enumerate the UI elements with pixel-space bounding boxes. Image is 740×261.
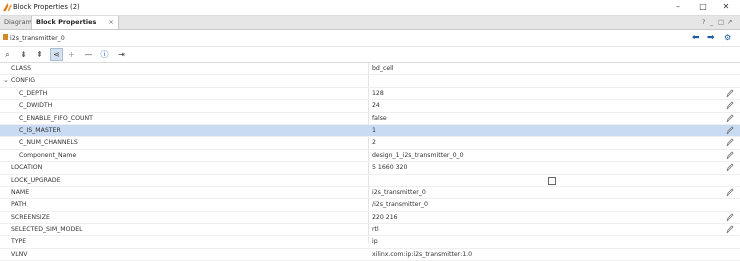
property-value: 1	[372, 126, 376, 134]
property-row-name[interactable]: NAME i2s_transmitter_0	[0, 187, 740, 200]
property-row-lock-upgrade[interactable]: LOCK_UPGRADE	[0, 175, 740, 187]
tab-close-icon[interactable]: ×	[108, 18, 113, 26]
property-name: C_IS_MASTER	[19, 126, 61, 134]
remove-icon[interactable]: —	[83, 49, 94, 60]
float-panel-icon[interactable]: ↗	[727, 18, 732, 26]
object-name: i2s_transmitter_0	[10, 35, 65, 42]
property-name: PATH	[11, 201, 27, 209]
help-icon[interactable]: ?	[702, 18, 705, 26]
property-value: 5 1660 320	[372, 164, 408, 172]
property-name: LOCK_UPGRADE	[11, 176, 61, 184]
property-row-class[interactable]: CLASS bd_cell	[0, 63, 740, 76]
tab-label: Diagram	[4, 18, 32, 26]
property-value: design_1_i2s_transmitter_0_0	[372, 151, 464, 159]
edit-pencil-icon[interactable]	[726, 163, 734, 172]
property-value: 220 216	[372, 213, 398, 221]
property-name: C_DWIDTH	[19, 102, 53, 110]
property-value: 128	[372, 89, 384, 97]
properties-toolbar: ⌕ ⇟ ⇞ ⋖ + — ⓘ ⇥	[0, 47, 740, 63]
info-icon[interactable]: ⓘ	[99, 49, 110, 60]
edit-pencil-icon[interactable]	[726, 126, 734, 135]
edit-pencil-icon[interactable]	[726, 213, 734, 222]
window-title: Block Properties (2)	[13, 3, 80, 11]
property-row-selected-sim-model[interactable]: SELECTED_SIM_MODEL rtl	[0, 224, 740, 237]
minimize-panel-icon[interactable]: _	[710, 18, 713, 26]
settings-gear-icon[interactable]: ⚙	[724, 33, 731, 42]
property-name: C_ENABLE_FIFO_COUNT	[19, 114, 93, 122]
property-name: SELECTED_SIM_MODEL	[11, 226, 83, 234]
edit-pencil-icon[interactable]	[726, 89, 734, 98]
forward-arrow-icon[interactable]: ➡	[707, 33, 715, 43]
property-name: Component_Name	[19, 151, 77, 159]
property-value: 2	[372, 139, 376, 147]
vivado-logo-icon	[3, 3, 12, 12]
tab-block-properties[interactable]: Block Properties ×	[31, 16, 119, 29]
lock-upgrade-checkbox[interactable]	[548, 176, 556, 185]
ip-block-icon	[3, 34, 8, 40]
property-row-screensize[interactable]: SCREENSIZE 220 216	[0, 212, 740, 225]
property-name: C_NUM_CHANNELS	[19, 139, 78, 147]
property-row-c-is-master[interactable]: C_IS_MASTER 1	[0, 124, 740, 138]
property-row-vlnv[interactable]: VLNV xilinx.com:ip:i2s_transmitter:1.0	[0, 249, 740, 261]
property-name: SCREENSIZE	[11, 213, 50, 221]
property-row-c-dwidth[interactable]: C_DWIDTH 24	[0, 100, 740, 113]
edit-pencil-icon[interactable]	[726, 188, 734, 197]
tab-label: Block Properties	[36, 18, 97, 26]
edit-pencil-icon[interactable]	[726, 225, 734, 234]
property-value: 24	[372, 102, 380, 110]
show-hierarchy-icon[interactable]: ⋖	[50, 48, 63, 61]
property-grid: CLASS bd_cell ⌄ CONFIG C_DEPTH 128 C_DWI…	[0, 63, 740, 261]
export-icon[interactable]: ⇥	[116, 49, 127, 60]
property-name: C_DEPTH	[19, 89, 48, 97]
chevron-down-icon[interactable]: ⌄	[3, 76, 9, 84]
property-name: LOCATION	[11, 164, 43, 172]
collapse-all-icon[interactable]: ⇟	[18, 49, 29, 60]
expand-all-icon[interactable]: ⇞	[34, 49, 45, 60]
property-value: /i2s_transmitter_0	[372, 201, 428, 209]
property-value: false	[372, 114, 387, 122]
property-name: NAME	[11, 188, 30, 196]
add-icon[interactable]: +	[66, 49, 77, 60]
property-group-config[interactable]: ⌄ CONFIG	[0, 75, 740, 88]
property-row-c-depth[interactable]: C_DEPTH 128	[0, 88, 740, 101]
back-arrow-icon[interactable]: ⬅	[692, 33, 700, 43]
restore-panel-icon[interactable]: □	[718, 18, 724, 26]
property-row-component-name[interactable]: Component_Name design_1_i2s_transmitter_…	[0, 150, 740, 163]
property-name: VLNV	[11, 250, 28, 258]
property-row-c-num-channels[interactable]: C_NUM_CHANNELS 2	[0, 137, 740, 150]
edit-pencil-icon[interactable]	[726, 101, 734, 110]
edit-pencil-icon[interactable]	[726, 151, 734, 160]
panel-tabbar: Diagram Block Properties × ? _ □ ↗	[0, 16, 740, 30]
property-row-c-enable-fifo-count[interactable]: C_ENABLE_FIFO_COUNT false	[0, 113, 740, 125]
property-value: rtl	[372, 226, 379, 234]
property-value: ip	[372, 238, 378, 246]
property-value: bd_cell	[372, 65, 394, 72]
search-icon[interactable]: ⌕	[2, 49, 13, 60]
property-value: i2s_transmitter_0	[372, 188, 426, 196]
property-row-location[interactable]: LOCATION 5 1660 320	[0, 162, 740, 175]
edit-pencil-icon[interactable]	[726, 113, 734, 123]
property-name: CLASS	[11, 65, 31, 72]
close-window-button[interactable]: ✕	[715, 1, 737, 13]
property-value: xilinx.com:ip:i2s_transmitter:1.0	[372, 250, 473, 258]
maximize-button[interactable]: □	[692, 1, 714, 13]
property-name: TYPE	[11, 238, 27, 246]
property-row-path[interactable]: PATH /i2s_transmitter_0	[0, 199, 740, 212]
minimize-button[interactable]: –	[667, 1, 689, 13]
edit-pencil-icon[interactable]	[726, 138, 734, 147]
window-titlebar: Block Properties (2) – □ ✕	[0, 0, 740, 16]
property-name: CONFIG	[11, 77, 35, 85]
selected-object-bar: i2s_transmitter_0 ⬅ ➡ ⚙	[0, 31, 740, 47]
